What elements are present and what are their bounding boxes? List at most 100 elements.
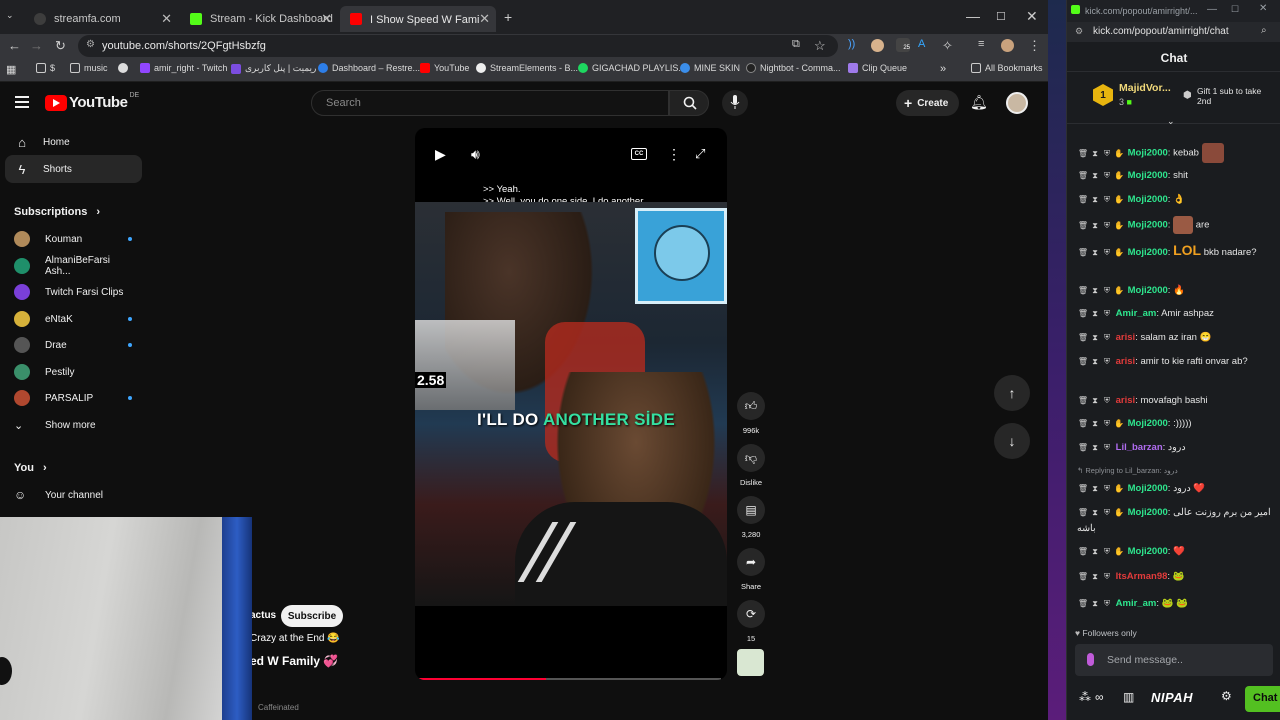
chat-username[interactable]: Moji2000 (1128, 220, 1168, 231)
subscription-item[interactable]: AlmaniBeFarsi Ash... (14, 255, 134, 277)
chat-username[interactable]: Moji2000 (1128, 418, 1168, 429)
bookmark-item[interactable]: music (70, 63, 108, 73)
collapse-chevron-icon[interactable]: ⌄ (1167, 116, 1175, 127)
video-progress-bar[interactable] (419, 678, 721, 680)
chat-username[interactable]: Lil_barzan (1116, 442, 1163, 453)
trash-icon[interactable]: 🗑︎ (1077, 168, 1089, 184)
top-gifter-name[interactable]: MajidVor... (1119, 82, 1171, 94)
timeout-icon[interactable]: ⧗ (1089, 245, 1101, 261)
timeout-icon[interactable]: ⧗ (1089, 416, 1101, 432)
trash-icon[interactable]: 🗑︎ (1077, 393, 1089, 409)
subscription-item[interactable]: eNtaK (14, 310, 134, 328)
notifications-bell-icon[interactable]: 🔔︎ (970, 94, 988, 111)
translate-icon[interactable]: A (918, 38, 925, 50)
timeout-icon[interactable]: ⧗ (1089, 283, 1101, 299)
trash-icon[interactable]: 🗑︎ (1077, 283, 1089, 299)
timeout-icon[interactable]: ⧗ (1089, 596, 1101, 612)
bookmark-item[interactable]: ریمیت | پنل کاربری (231, 63, 316, 74)
media-control-icon[interactable]: ≡ (978, 38, 984, 50)
popout-address-bar[interactable]: ⚙ kick.com/popout/amirright/chat ⌕ (1067, 22, 1280, 42)
chat-username[interactable]: arisi (1116, 356, 1136, 367)
chat-username[interactable]: Moji2000 (1128, 483, 1168, 494)
reply-indicator[interactable]: ↰ Replying to Lil_barzan: درود (1077, 466, 1178, 475)
timeout-icon[interactable]: ⧗ (1089, 440, 1101, 456)
trash-icon[interactable]: 🗑︎ (1077, 481, 1089, 497)
account-avatar[interactable] (1006, 92, 1028, 114)
subscriptions-header[interactable]: Subscriptions › (14, 206, 100, 218)
apps-grid-icon[interactable]: ▦ (6, 63, 16, 76)
trash-icon[interactable]: 🗑︎ (1077, 192, 1089, 208)
bookmark-item[interactable]: amir_right - Twitch (140, 63, 227, 73)
close-window-icon[interactable]: ✕ (1259, 3, 1267, 14)
subscribe-button[interactable]: Subscribe (281, 605, 343, 627)
subscription-item[interactable]: Drae (14, 336, 134, 354)
captions-icon[interactable]: CC (631, 148, 647, 160)
chat-username[interactable]: ItsArman98 (1116, 571, 1168, 582)
show-more-button[interactable]: ⌄ Show more (14, 416, 134, 434)
play-icon[interactable]: ▶ (435, 146, 446, 163)
chat-username[interactable]: Moji2000 (1128, 285, 1168, 296)
emote-picker-icon[interactable]: ⁂ (1079, 690, 1091, 704)
timeout-icon[interactable]: ⧗ (1089, 544, 1101, 560)
close-tab-icon[interactable]: ✕ (479, 11, 490, 27)
bookmark-item[interactable]: Nightbot - Comma... (746, 63, 841, 73)
voice-search-button[interactable] (722, 90, 748, 116)
trash-icon[interactable]: 🗑︎ (1077, 218, 1089, 234)
infinity-icon[interactable]: ∞ (1095, 690, 1104, 704)
new-tab-button[interactable]: + (504, 9, 512, 25)
chat-username[interactable]: Amir_am (1116, 598, 1157, 609)
trash-icon[interactable]: 🗑︎ (1077, 569, 1089, 585)
chat-message-input[interactable]: Send message.. (1075, 644, 1273, 676)
bookmark-item[interactable]: $ (36, 63, 55, 73)
timeout-icon[interactable]: ⧗ (1089, 569, 1101, 585)
back-icon[interactable]: ← (8, 38, 21, 53)
forward-icon[interactable]: → (30, 38, 43, 53)
remix-button[interactable]: ⟳ 15 (736, 600, 766, 643)
timeout-icon[interactable]: ⧗ (1089, 505, 1101, 521)
tab-search-icon[interactable]: ⌄ (6, 10, 18, 22)
extension-avatar-icon[interactable] (871, 39, 884, 52)
trash-icon[interactable]: 🗑︎ (1077, 440, 1089, 456)
trash-icon[interactable]: 🗑︎ (1077, 330, 1089, 346)
timeout-icon[interactable]: ⧗ (1089, 192, 1101, 208)
nipah-logo[interactable]: NIPAH (1151, 690, 1193, 705)
trash-icon[interactable]: 🗑︎ (1077, 245, 1089, 261)
you-header[interactable]: You › (14, 462, 47, 474)
close-tab-icon[interactable]: ✕ (321, 11, 332, 27)
bookmark-item[interactable]: Clip Queue (848, 63, 907, 73)
previous-short-button[interactable]: ↑ (994, 375, 1030, 411)
share-button[interactable]: ➦ Share (736, 548, 766, 591)
tab-kick-dashboard[interactable]: Stream - Kick Dashboard ✕ (180, 6, 338, 32)
sidebar-item-your-channel[interactable]: ☺ Your channel (14, 486, 134, 504)
trash-icon[interactable]: 🗑︎ (1077, 146, 1089, 162)
trash-icon[interactable]: 🗑︎ (1077, 596, 1089, 612)
extension-wave-icon[interactable]: )) (848, 38, 855, 50)
dislike-button[interactable]: 👎︎ Dislike (736, 444, 766, 487)
extension-badge-icon[interactable]: 25 (896, 38, 910, 52)
timeout-icon[interactable]: ⧗ (1089, 481, 1101, 497)
address-bar[interactable]: ⚙ youtube.com/shorts/2QFgtHsbzfg (78, 35, 838, 57)
bookmark-star-icon[interactable]: ☆ (814, 38, 826, 54)
bookmark-item[interactable]: GIGACHAD PLAYLIS... (578, 63, 686, 73)
timeout-icon[interactable]: ⧗ (1089, 218, 1101, 234)
short-title[interactable]: ed W Family 💞 (250, 654, 338, 668)
maximize-icon[interactable]: ☐ (996, 10, 1006, 23)
tab-streamfa[interactable]: streamfa.com ✕ (24, 6, 178, 32)
chat-username[interactable]: Moji2000 (1128, 247, 1168, 258)
extensions-puzzle-icon[interactable]: ✧ (942, 38, 953, 54)
profile-avatar[interactable] (1001, 39, 1014, 52)
chat-username[interactable]: arisi (1116, 395, 1136, 406)
microphone-icon[interactable] (1087, 653, 1094, 666)
install-icon[interactable]: ⧉ (792, 38, 800, 51)
trash-icon[interactable]: 🗑︎ (1077, 505, 1089, 521)
volume-icon[interactable]: 🔊︎ (471, 146, 480, 163)
youtube-logo[interactable]: YouTube DE (45, 92, 139, 111)
bookmark-item[interactable]: YouTube (420, 63, 469, 73)
chat-username[interactable]: Moji2000 (1128, 170, 1168, 181)
hamburger-menu-icon[interactable] (15, 96, 29, 108)
trash-icon[interactable]: 🗑︎ (1077, 416, 1089, 432)
bookmark-item[interactable]: StreamElements - B... (476, 63, 578, 73)
sidebar-item-shorts[interactable]: ϟ Shorts (5, 155, 142, 183)
search-input[interactable]: Search (311, 90, 669, 116)
comments-button[interactable]: ▤ 3,280 (736, 496, 766, 539)
